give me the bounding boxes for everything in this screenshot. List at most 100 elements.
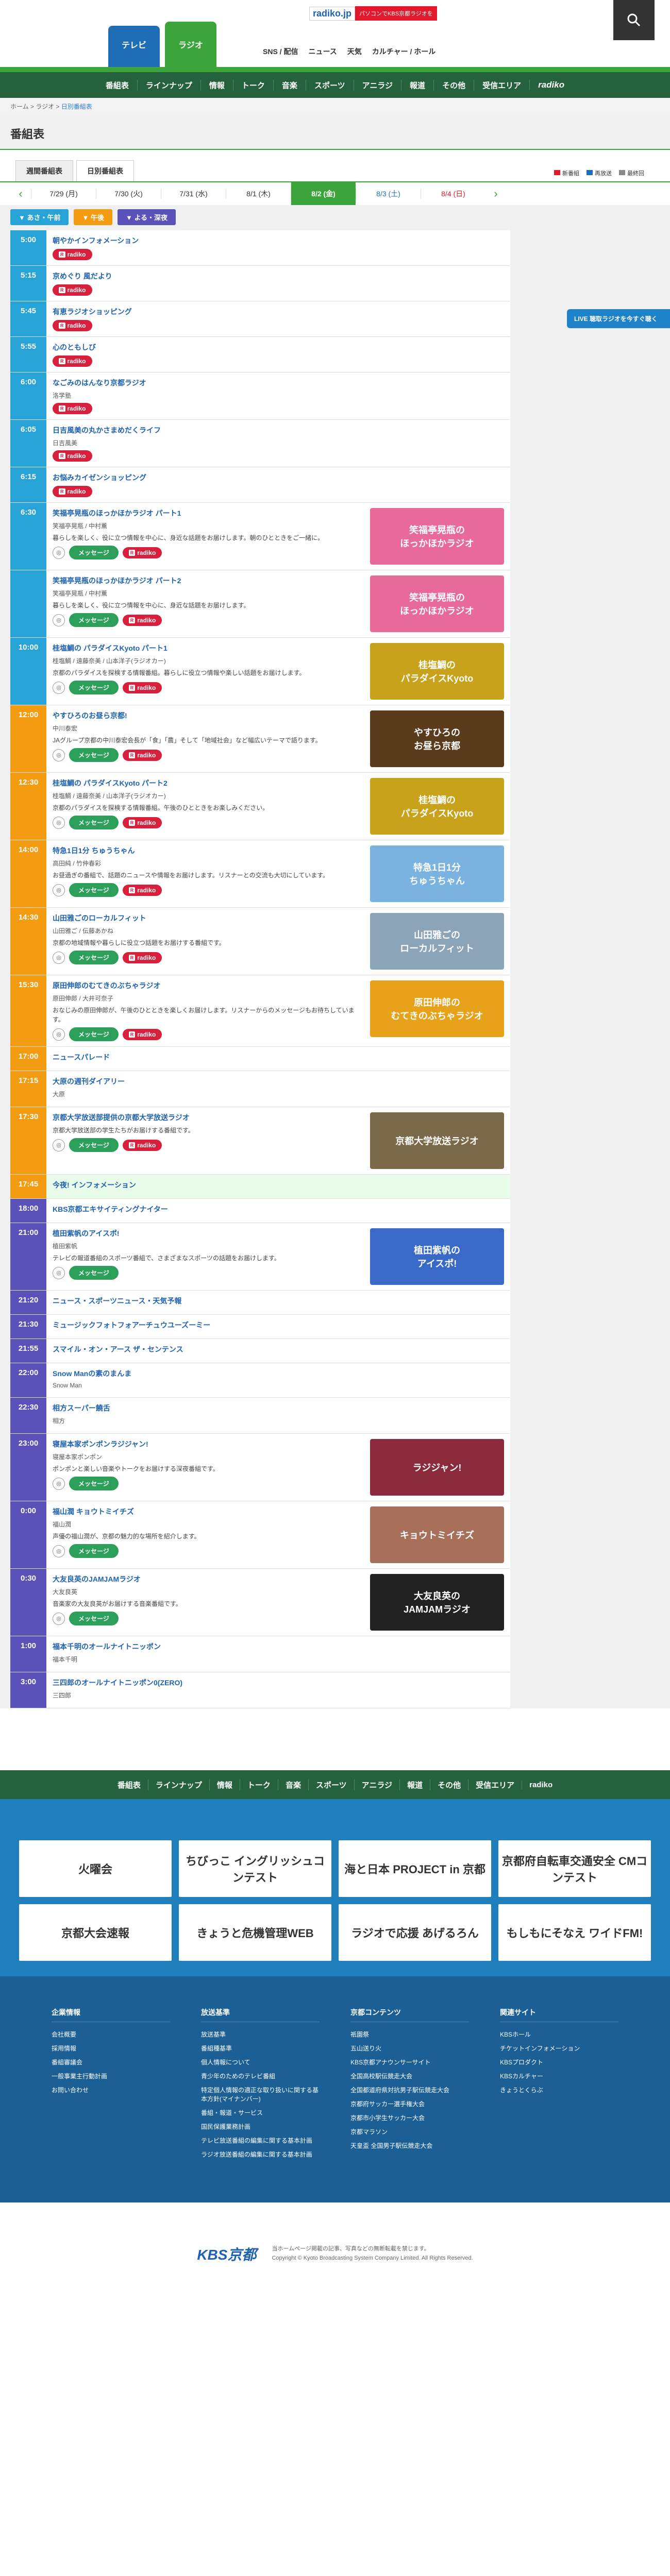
sitemap-link[interactable]: 番組種基準 xyxy=(201,2041,320,2055)
subnav-item[interactable]: 番組表 xyxy=(97,80,137,91)
program-title[interactable]: なごみのはんなり京都ラジオ xyxy=(53,378,504,388)
footer-banner[interactable]: ラジオで応援 あげるろん xyxy=(339,1904,491,1961)
time-band-button[interactable]: ▼ よる・深夜 xyxy=(117,209,176,225)
radiko-button[interactable]: radiko xyxy=(122,749,162,761)
share-icon[interactable]: ◎ xyxy=(53,749,65,761)
sitemap-link[interactable]: 個人情報について xyxy=(201,2055,320,2069)
subnav-item[interactable]: 受信エリア xyxy=(474,79,529,91)
subnav-item[interactable]: radiko xyxy=(529,80,573,90)
radiko-button[interactable]: radiko xyxy=(122,884,162,896)
footer-banner[interactable]: ちびっこ イングリッシュコンテスト xyxy=(179,1840,331,1897)
subnav-item[interactable]: ラインナップ xyxy=(137,79,200,91)
date-tab[interactable]: 7/30 (火) xyxy=(96,189,161,199)
sitemap-link[interactable]: 青少年のためのテレビ番組 xyxy=(201,2069,320,2083)
message-button[interactable]: メッセージ xyxy=(69,1266,119,1280)
breadcrumb-radio[interactable]: ラジオ xyxy=(36,103,54,110)
program-title[interactable]: 心のともしび xyxy=(53,342,504,352)
search-button[interactable] xyxy=(613,0,655,40)
subnav-item[interactable]: スポーツ xyxy=(305,79,354,91)
program-title[interactable]: 笑福亭晃瓶のほっかほかラジオ パート2 xyxy=(53,575,364,586)
program-title[interactable]: 今夜! インフォメーション xyxy=(53,1180,504,1190)
sitemap-link[interactable]: 天皇盃 全国男子駅伝競走大会 xyxy=(350,2139,469,2153)
message-button[interactable]: メッセージ xyxy=(69,951,119,964)
footnav-item[interactable]: 番組表 xyxy=(110,1780,148,1790)
share-icon[interactable]: ◎ xyxy=(53,546,65,559)
prev-arrow-icon[interactable]: ‹ xyxy=(10,187,31,200)
share-icon[interactable]: ◎ xyxy=(53,1028,65,1041)
program-title[interactable]: 原田伸郎のむてきのぶちゃラジオ xyxy=(53,980,364,991)
radiko-button[interactable]: radiko xyxy=(122,614,162,626)
sitemap-link[interactable]: 番組・報道・サービス xyxy=(201,2106,320,2120)
footer-banner[interactable]: 海と日本 PROJECT in 京都 xyxy=(339,1840,491,1897)
radiko-button[interactable]: radiko xyxy=(53,249,92,260)
time-band-button[interactable]: ▼ 午後 xyxy=(74,209,112,225)
message-button[interactable]: メッセージ xyxy=(69,1477,119,1490)
program-title[interactable]: ニュース・スポーツニュース・天気予報 xyxy=(53,1296,504,1306)
program-title[interactable]: お悩みカイゼンショッピング xyxy=(53,472,504,483)
date-tab[interactable]: 8/2 (金) xyxy=(291,182,356,205)
footer-banner[interactable]: もしもにそなえ ワイドFM! xyxy=(498,1904,651,1961)
sitemap-link[interactable]: 京都市小学生サッカー大会 xyxy=(350,2111,469,2125)
program-title[interactable]: ミュージックフォトフォアーチュウユーズーミー xyxy=(53,1320,504,1330)
program-title[interactable]: やすひろのお昼ら京都! xyxy=(53,710,364,721)
message-button[interactable]: メッセージ xyxy=(69,816,119,829)
footnav-item[interactable]: 受信エリア xyxy=(468,1779,522,1790)
date-tab[interactable]: 7/31 (水) xyxy=(161,189,226,199)
message-button[interactable]: メッセージ xyxy=(69,1138,119,1152)
program-title[interactable]: スマイル・オン・アース ザ・センテンス xyxy=(53,1344,504,1354)
topnav-item[interactable]: 天気 xyxy=(347,46,362,57)
share-icon[interactable]: ◎ xyxy=(53,1266,65,1279)
sitemap-link[interactable]: 国民保護業務計画 xyxy=(201,2120,320,2133)
program-title[interactable]: 大友良英のJAMJAMラジオ xyxy=(53,1574,364,1584)
footnav-item[interactable]: ラインナップ xyxy=(147,1779,209,1790)
footnav-item[interactable]: radiko xyxy=(522,1780,560,1789)
program-title[interactable]: ニュースパレード xyxy=(53,1052,504,1062)
subnav-item[interactable]: 報道 xyxy=(401,79,433,91)
radiko-button[interactable]: radiko xyxy=(122,547,162,558)
sitemap-link[interactable]: 会社概要 xyxy=(52,2027,170,2041)
tab-weekly[interactable]: 週間番組表 xyxy=(15,160,73,181)
date-tab[interactable]: 8/1 (木) xyxy=(226,189,291,199)
program-title[interactable]: KBS京都エキサイティングナイター xyxy=(53,1204,504,1214)
message-button[interactable]: メッセージ xyxy=(69,1612,119,1625)
program-title[interactable]: 植田紫帆のアイスポ! xyxy=(53,1228,364,1239)
footnav-item[interactable]: トーク xyxy=(239,1779,278,1790)
time-band-button[interactable]: ▼ あさ・午前 xyxy=(10,209,69,225)
share-icon[interactable]: ◎ xyxy=(53,1612,65,1625)
topnav-item[interactable]: ニュース xyxy=(308,46,337,57)
share-icon[interactable]: ◎ xyxy=(53,951,65,964)
radiko-button[interactable]: radiko xyxy=(122,1028,162,1040)
message-button[interactable]: メッセージ xyxy=(69,681,119,694)
program-title[interactable]: 相方スーパー饒舌 xyxy=(53,1403,504,1413)
sitemap-link[interactable]: 京都府サッカー選手権大会 xyxy=(350,2097,469,2111)
footnav-item[interactable]: 情報 xyxy=(209,1779,240,1790)
tab-daily[interactable]: 日別番組表 xyxy=(76,160,134,181)
radiko-button[interactable]: radiko xyxy=(122,952,162,963)
program-title[interactable]: 朝やかインフォメーション xyxy=(53,235,504,246)
sitemap-link[interactable]: きょうとくらぶ xyxy=(500,2083,618,2097)
share-icon[interactable]: ◎ xyxy=(53,614,65,626)
footnav-item[interactable]: スポーツ xyxy=(308,1779,354,1790)
sitemap-link[interactable]: KBSカルチャー xyxy=(500,2069,618,2083)
message-button[interactable]: メッセージ xyxy=(69,1544,119,1558)
sitemap-link[interactable]: 採用情報 xyxy=(52,2041,170,2055)
sitemap-link[interactable]: KBS京都アナウンサーサイト xyxy=(350,2055,469,2069)
sitemap-link[interactable]: 京都マラソン xyxy=(350,2125,469,2139)
radiko-banner[interactable]: radiko.jp パソコンでKBS京都ラジオを xyxy=(309,3,464,24)
radiko-button[interactable]: radiko xyxy=(53,486,92,497)
sitemap-link[interactable]: お問い合わせ xyxy=(52,2083,170,2097)
program-title[interactable]: 福本千明のオールナイトニッポン xyxy=(53,1641,504,1652)
subnav-item[interactable]: 情報 xyxy=(200,79,233,91)
share-icon[interactable]: ◎ xyxy=(53,816,65,829)
program-title[interactable]: 京めぐり 風だより xyxy=(53,271,504,281)
footer-banner[interactable]: 京都大会速報 xyxy=(19,1904,172,1961)
date-tab[interactable]: 8/3 (土) xyxy=(356,189,421,199)
radiko-button[interactable]: radiko xyxy=(53,403,92,414)
kbs-logo[interactable]: KBS京都 xyxy=(197,2244,256,2264)
date-tab[interactable]: 7/29 (月) xyxy=(31,189,96,199)
subnav-item[interactable]: 音楽 xyxy=(273,79,306,91)
date-tab[interactable]: 8/4 (日) xyxy=(421,189,485,199)
next-arrow-icon[interactable]: › xyxy=(485,187,506,200)
sitemap-link[interactable]: 一般事業主行動計画 xyxy=(52,2069,170,2083)
sitemap-link[interactable]: 特定個人情報の適正な取り扱いに関する基本方針(マイナンバー) xyxy=(201,2083,320,2106)
